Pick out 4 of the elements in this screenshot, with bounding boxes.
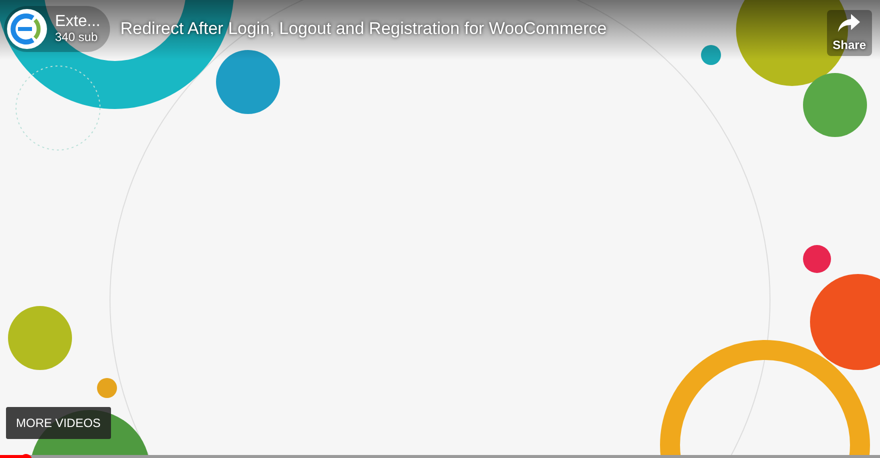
channel-name[interactable]: Exte... — [55, 14, 100, 32]
channel-logo-icon — [7, 9, 47, 49]
more-videos-button[interactable]: MORE VIDEOS — [6, 407, 111, 439]
share-arrow-icon — [838, 14, 860, 32]
